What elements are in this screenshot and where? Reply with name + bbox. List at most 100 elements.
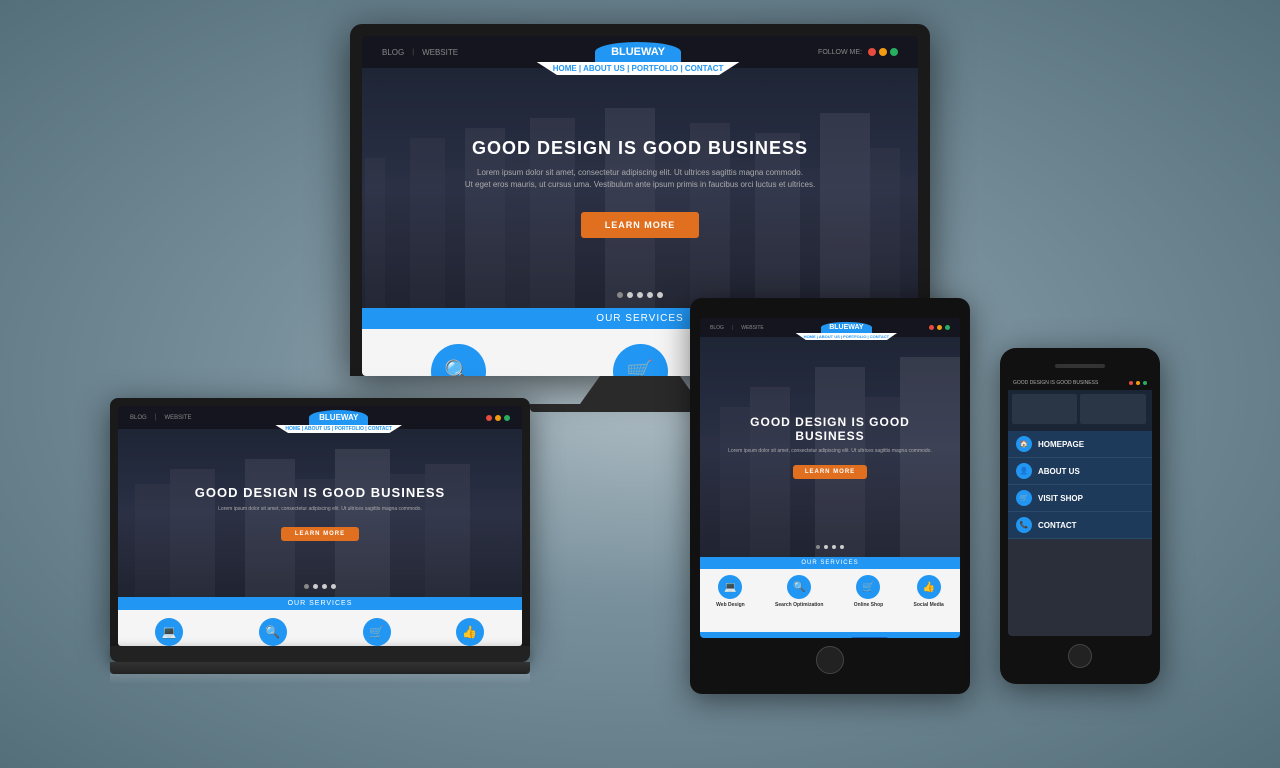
laptop-frame: BLOG | WEBSITE BLUEWAY HOME | ABOUT US |…: [110, 398, 530, 646]
service-search: 🔍 Search Optimization Lorem ipsum dolor …: [408, 344, 508, 376]
laptop-hero-cta[interactable]: LEARN MORE: [281, 527, 359, 541]
laptop-follow: [486, 415, 510, 421]
divider: |: [412, 49, 414, 56]
tablet-service-search-name: Search Optimization: [775, 602, 823, 608]
tablet-service-social: 👍 Social Media: [914, 575, 944, 610]
tablet-social-icon: 👍: [917, 575, 941, 599]
laptop-shop-icon: 🛒: [363, 618, 391, 646]
dot-red: [868, 48, 876, 56]
dot-3: [637, 292, 643, 298]
tablet-blog[interactable]: BLOG: [710, 325, 724, 331]
laptop-service-shop: 🛒 Online Shop: [359, 618, 394, 646]
dot-1: [617, 292, 623, 298]
tablet-hero-subtitle: Lorem ipsum dolor sit amet, consectetur …: [715, 448, 945, 454]
phone-thumb-1: [1012, 394, 1077, 424]
tablet-ribbon: HOME | ABOUT US | PORTFOLIO | CONTACT: [796, 333, 897, 340]
laptop-header: BLOG | WEBSITE BLUEWAY HOME | ABOUT US |…: [118, 406, 522, 429]
about-icon: 👤: [1016, 463, 1032, 479]
phone-menu-shop[interactable]: 🛒 VISIT SHOP: [1008, 485, 1152, 512]
laptop-hero-content: GOOD DESIGN IS GOOD BUSINESS Lorem ipsum…: [180, 470, 460, 556]
tablet-header: BLOG | WEBSITE BLUEWAY HOME | ABOUT US |…: [700, 318, 960, 337]
laptop-hero-title: GOOD DESIGN IS GOOD BUSINESS: [195, 485, 445, 500]
phone-menu-about[interactable]: 👤 ABOUT US: [1008, 458, 1152, 485]
laptop-services-title: OUR SERVICES: [118, 597, 522, 610]
phone-follow: [1129, 381, 1147, 385]
laptop-screen: BLOG | WEBSITE BLUEWAY HOME | ABOUT US |…: [118, 406, 522, 646]
phone-home-button[interactable]: [1068, 644, 1092, 668]
laptop-service-social: 👍 Social Media: [451, 618, 487, 646]
scene: BLOG | WEBSITE BLUEWAY HOME | ABOUT US |…: [90, 24, 1190, 744]
tablet-web-icon: 💻: [718, 575, 742, 599]
monitor-hero-subtitle: Lorem ipsum dolor sit amet, consectetur …: [465, 167, 815, 189]
laptop-base: [110, 646, 530, 662]
laptop-logo: BLUEWAY: [309, 410, 368, 425]
monitor-hero: GOOD DESIGN IS GOOD BUSINESS Lorem ipsum…: [362, 68, 918, 308]
dot-green: [890, 48, 898, 56]
phone-menu-contact-label: CONTACT: [1038, 521, 1077, 530]
phone-menu-about-label: ABOUT US: [1038, 467, 1080, 476]
laptop-dot-red: [486, 415, 492, 421]
phone-menu-homepage[interactable]: 🏠 HOMEPAGE: [1008, 431, 1152, 458]
monitor-logo-wrapper: BLUEWAY HOME | ABOUT US | PORTFOLIO | CO…: [595, 42, 681, 62]
laptop-header-left: BLOG | WEBSITE: [130, 414, 192, 421]
laptop-website-link[interactable]: WEBSITE: [165, 415, 192, 421]
phone-menu-homepage-label: HOMEPAGE: [1038, 440, 1084, 449]
laptop-social-icon: 👍: [456, 618, 484, 646]
phone-menu: 🏠 HOMEPAGE 👤 ABOUT US 🛒 VISIT SHOP: [1008, 431, 1152, 539]
tablet-dot-red: [929, 325, 934, 330]
visit-shop-icon: 🛒: [1016, 490, 1032, 506]
monitor-hero-title: GOOD DESIGN IS GOOD BUSINESS: [465, 138, 815, 159]
portfolio-btn[interactable]: More Info: [851, 637, 888, 638]
laptop-dot-yellow: [495, 415, 501, 421]
monitor-ribbon: HOME | ABOUT US | PORTFOLIO | CONTACT: [537, 62, 740, 75]
monitor-header: BLOG | WEBSITE BLUEWAY HOME | ABOUT US |…: [362, 36, 918, 68]
tablet-screen: BLOG | WEBSITE BLUEWAY HOME | ABOUT US |…: [700, 318, 960, 638]
search-icon: 🔍: [431, 344, 486, 376]
phone-website: GOOD DESIGN IS GOOD BUSINESS: [1008, 376, 1152, 636]
home-icon: 🏠: [1016, 436, 1032, 452]
tablet-services-title: OUR SERVICES: [700, 557, 960, 569]
tablet: BLOG | WEBSITE BLUEWAY HOME | ABOUT US |…: [690, 298, 970, 694]
dot-2: [627, 292, 633, 298]
tablet-hero-content: GOOD DESIGN IS GOOD BUSINESS Lorem ipsum…: [700, 400, 960, 494]
tablet-dot-green: [945, 325, 950, 330]
tablet-dot-nav: [700, 541, 960, 553]
laptop-ribbon: HOME | ABOUT US | PORTFOLIO | CONTACT: [275, 425, 402, 433]
tablet-service-web: 💻 Web Design: [716, 575, 745, 610]
laptop-hero: GOOD DESIGN IS GOOD BUSINESS Lorem ipsum…: [118, 429, 522, 597]
phone-good-design: GOOD DESIGN IS GOOD BUSINESS: [1013, 380, 1098, 386]
tablet-dot-yellow: [937, 325, 942, 330]
tablet-search-icon: 🔍: [787, 575, 811, 599]
monitor-hero-content: GOOD DESIGN IS GOOD BUSINESS Lorem ipsum…: [450, 123, 830, 252]
blog-link[interactable]: BLOG: [382, 48, 404, 57]
laptop-service-web: 💻 Web Design: [152, 618, 186, 646]
laptop-logo-wrapper: BLUEWAY HOME | ABOUT US | PORTFOLIO | CO…: [309, 410, 368, 425]
tablet-service-search: 🔍 Search Optimization: [775, 575, 823, 610]
tablet-home-button[interactable]: [816, 646, 844, 674]
tablet-service-web-name: Web Design: [716, 602, 745, 608]
dot-yellow: [879, 48, 887, 56]
phone-preview-row: [1012, 394, 1148, 424]
monitor-logo: BLUEWAY: [595, 42, 681, 62]
phone: GOOD DESIGN IS GOOD BUSINESS: [1000, 348, 1160, 684]
monitor-hero-cta[interactable]: LEARN MORE: [581, 212, 700, 238]
laptop-blog-link[interactable]: BLOG: [130, 415, 147, 421]
monitor-follow: FOLLOW ME:: [818, 48, 898, 56]
tablet-website: BLOG | WEBSITE BLUEWAY HOME | ABOUT US |…: [700, 318, 960, 638]
dot-4: [647, 292, 653, 298]
tablet-services-grid: 💻 Web Design 🔍 Search Optimization 🛒 Onl…: [700, 569, 960, 616]
tablet-hero: GOOD DESIGN IS GOOD BUSINESS Lorem ipsum…: [700, 337, 960, 557]
phone-menu-contact[interactable]: 📞 CONTACT: [1008, 512, 1152, 539]
monitor-header-left: BLOG | WEBSITE: [382, 48, 458, 57]
tablet-hero-cta[interactable]: LEARN MORE: [793, 465, 867, 479]
laptop-services: OUR SERVICES 💻 Web Design 🔍 Search Optim…: [118, 597, 522, 646]
tablet-service-shop-name: Online Shop: [854, 602, 883, 608]
laptop-dot-nav: [118, 580, 522, 593]
website-link[interactable]: WEBSITE: [422, 48, 458, 57]
shop-icon: 🛒: [613, 344, 668, 376]
phone-mini-preview: [1008, 390, 1152, 431]
tablet-services: OUR SERVICES 💻 Web Design 🔍 Search Optim…: [700, 557, 960, 632]
laptop-reflection: [110, 674, 530, 684]
tablet-portfolio: Our Portfolio Awesome More Info: [700, 632, 960, 638]
tablet-website[interactable]: WEBSITE: [741, 325, 764, 331]
